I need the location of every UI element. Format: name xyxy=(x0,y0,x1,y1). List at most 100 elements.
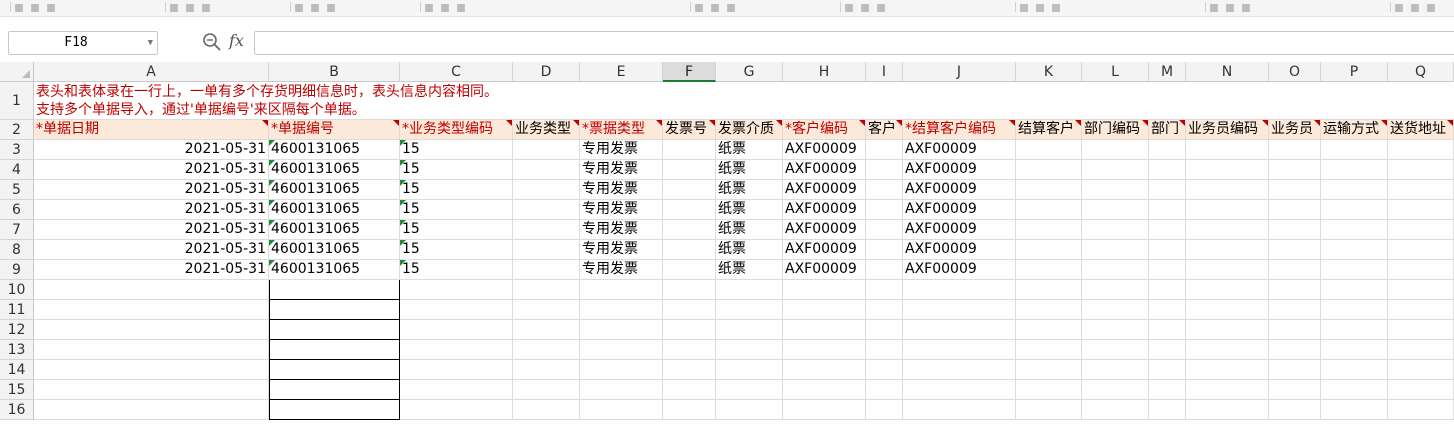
toolbar-group[interactable] xyxy=(420,2,469,12)
cell-empty[interactable] xyxy=(1186,320,1269,340)
cell-empty[interactable] xyxy=(663,300,716,320)
field-header-cell[interactable]: 部门 xyxy=(1149,120,1186,140)
cell-empty[interactable] xyxy=(1082,380,1149,400)
row-header-6[interactable]: 6 xyxy=(0,200,34,220)
cell-empty[interactable] xyxy=(580,360,663,380)
column-header-l[interactable]: L xyxy=(1082,62,1149,82)
cell-empty[interactable] xyxy=(663,240,716,260)
toolbar-button-icon[interactable] xyxy=(47,4,55,12)
cell-empty[interactable] xyxy=(866,140,903,160)
cell-empty[interactable] xyxy=(1016,280,1082,300)
cell-empty[interactable] xyxy=(663,360,716,380)
cell-date[interactable]: 2021-05-31 xyxy=(34,180,269,200)
toolbar-button-icon[interactable] xyxy=(295,4,303,12)
cell-empty[interactable] xyxy=(1186,260,1269,280)
cell-doc-no[interactable]: 4600131065 xyxy=(269,220,400,240)
cell-empty[interactable] xyxy=(866,200,903,220)
row-header-13[interactable]: 13 xyxy=(0,340,34,360)
cell-empty[interactable] xyxy=(1016,380,1082,400)
cell-empty[interactable] xyxy=(1321,280,1388,300)
toolbar-button-icon[interactable] xyxy=(1210,4,1218,12)
cell-empty[interactable] xyxy=(663,160,716,180)
cell-empty[interactable] xyxy=(513,180,580,200)
row-header-3[interactable]: 3 xyxy=(0,140,34,160)
cell-empty[interactable] xyxy=(716,340,783,360)
cell-empty[interactable] xyxy=(1269,280,1321,300)
toolbar-button-icon[interactable] xyxy=(425,4,433,12)
formula-input[interactable] xyxy=(254,31,1454,55)
cell-empty[interactable] xyxy=(783,320,866,340)
cell-doc-no[interactable]: 4600131065 xyxy=(269,260,400,280)
cell-empty[interactable] xyxy=(34,400,269,420)
toolbar-button-icon[interactable] xyxy=(457,4,465,12)
toolbar-button-icon[interactable] xyxy=(1242,4,1250,12)
field-header-cell[interactable]: 客户 xyxy=(866,120,903,140)
cell-empty[interactable] xyxy=(663,280,716,300)
cell-empty[interactable] xyxy=(1186,300,1269,320)
cell-empty[interactable] xyxy=(1186,220,1269,240)
cell-settle-code[interactable]: AXF00009 xyxy=(903,240,1016,260)
column-header-g[interactable]: G xyxy=(716,62,783,82)
cell-empty[interactable] xyxy=(783,340,866,360)
toolbar-button-icon[interactable] xyxy=(441,4,449,12)
column-header-m[interactable]: M xyxy=(1149,62,1186,82)
cell-invoice-type[interactable]: 专用发票 xyxy=(580,260,663,280)
cell-empty[interactable] xyxy=(1186,160,1269,180)
field-header-cell[interactable]: 部门编码 xyxy=(1082,120,1149,140)
cell-empty[interactable] xyxy=(663,340,716,360)
cell-date[interactable]: 2021-05-31 xyxy=(34,140,269,160)
cell-empty[interactable] xyxy=(1388,280,1454,300)
cell-empty[interactable] xyxy=(903,360,1016,380)
cell-date[interactable]: 2021-05-31 xyxy=(34,200,269,220)
cell-settle-code[interactable]: AXF00009 xyxy=(903,220,1016,240)
column-header-n[interactable]: N xyxy=(1186,62,1269,82)
toolbar-button-icon[interactable] xyxy=(1036,4,1044,12)
cell-empty[interactable] xyxy=(580,280,663,300)
cell-empty[interactable] xyxy=(513,340,580,360)
cell-customer-code[interactable]: AXF00009 xyxy=(783,160,866,180)
cell-empty[interactable] xyxy=(1082,180,1149,200)
cell-empty[interactable] xyxy=(1321,220,1388,240)
cell-doc-no[interactable]: 4600131065 xyxy=(269,180,400,200)
toolbar-button-icon[interactable] xyxy=(202,4,210,12)
cell-empty[interactable] xyxy=(1016,220,1082,240)
field-header-cell[interactable]: 运输方式 xyxy=(1321,120,1388,140)
toolbar-group[interactable] xyxy=(1015,2,1064,12)
cell-empty[interactable] xyxy=(1016,260,1082,280)
row-header-12[interactable]: 12 xyxy=(0,320,34,340)
field-header-cell[interactable]: *结算客户编码 xyxy=(903,120,1016,140)
cell-medium[interactable]: 纸票 xyxy=(716,180,783,200)
cell-empty[interactable] xyxy=(1149,280,1186,300)
cell-empty[interactable] xyxy=(1269,180,1321,200)
cell-empty[interactable] xyxy=(400,360,513,380)
cell-date[interactable]: 2021-05-31 xyxy=(34,160,269,180)
cell-empty[interactable] xyxy=(513,140,580,160)
cell-empty[interactable] xyxy=(34,360,269,380)
toolbar-button-icon[interactable] xyxy=(1052,4,1060,12)
cell-empty[interactable] xyxy=(903,400,1016,420)
cell-doc-no[interactable]: 4600131065 xyxy=(269,240,400,260)
cell-empty[interactable] xyxy=(1149,260,1186,280)
cell-empty[interactable] xyxy=(513,380,580,400)
cell-empty[interactable] xyxy=(1186,180,1269,200)
cell-empty[interactable] xyxy=(1269,220,1321,240)
cell-empty[interactable] xyxy=(400,380,513,400)
fx-icon[interactable]: fx xyxy=(229,31,244,50)
cell-medium[interactable]: 纸票 xyxy=(716,220,783,240)
cell-empty[interactable] xyxy=(1149,180,1186,200)
cell-empty[interactable] xyxy=(783,300,866,320)
cell-empty[interactable] xyxy=(1321,160,1388,180)
cell-empty[interactable] xyxy=(400,320,513,340)
field-header-cell[interactable]: *票据类型 xyxy=(580,120,663,140)
cell-empty[interactable] xyxy=(1082,280,1149,300)
cell-doc-no[interactable]: 4600131065 xyxy=(269,200,400,220)
toolbar-group[interactable] xyxy=(1390,2,1439,12)
cell-empty[interactable] xyxy=(269,380,400,400)
cell-empty[interactable] xyxy=(1016,320,1082,340)
cell-empty[interactable] xyxy=(716,280,783,300)
row-header-7[interactable]: 7 xyxy=(0,220,34,240)
cell-biz-code[interactable]: 15 xyxy=(400,260,513,280)
cell-empty[interactable] xyxy=(1269,340,1321,360)
cell-empty[interactable] xyxy=(1388,320,1454,340)
cell-medium[interactable]: 纸票 xyxy=(716,260,783,280)
